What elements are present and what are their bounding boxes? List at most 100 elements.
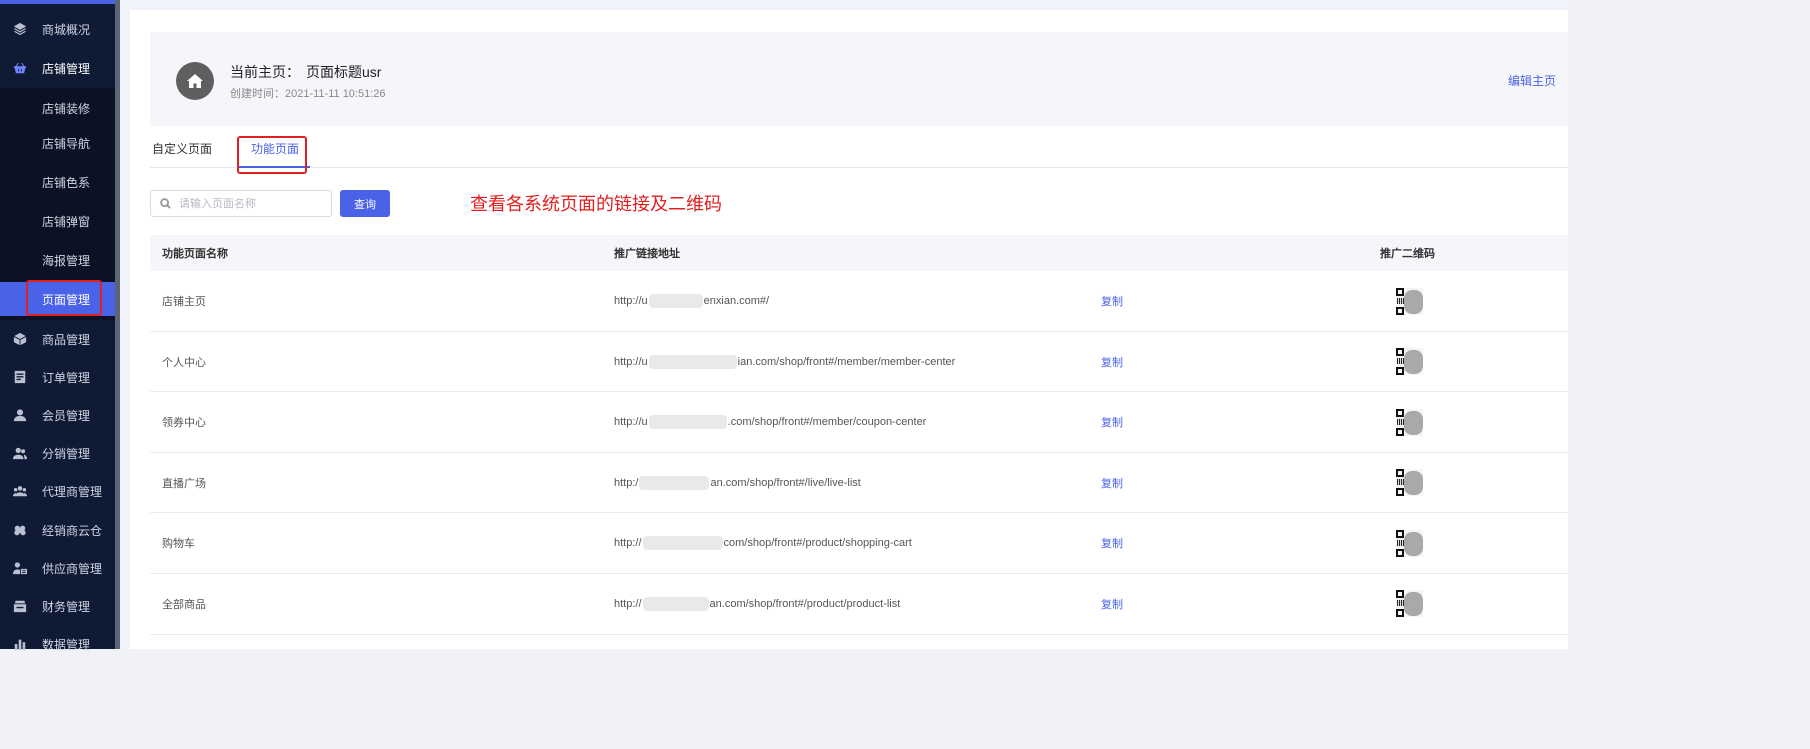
highlight-box-page-management (26, 280, 102, 316)
users-icon (13, 446, 27, 460)
qr-code[interactable] (1396, 271, 1423, 331)
page-name: 领券中心 (162, 417, 206, 430)
qr-code[interactable] (1396, 513, 1423, 573)
promo-link: http://u ian.com/shop/front#/member/membe… (614, 332, 955, 392)
sidebar-subitem-color-scheme[interactable]: 店铺色系 (0, 165, 115, 199)
sidebar-item-members[interactable]: 会员管理 (0, 398, 115, 432)
link-prefix: http://u (614, 295, 648, 307)
highlight-box-function-tab (237, 136, 307, 174)
sidebar-item-label: 代理商管理 (42, 484, 103, 499)
link-suffix: .com/shop/front#/member/coupon-center (727, 416, 927, 429)
promo-link: http:// com/shop/front#/product/shopping-… (614, 513, 912, 573)
sidebar-subitem-label: 店铺弹窗 (42, 214, 91, 229)
table-row: 个人中心 http://u ian.com/shop/front#/member/… (150, 332, 1568, 393)
page-tabs: 自定义页面 功能页面 (150, 128, 1568, 174)
copy-link-button[interactable]: 复制 (1101, 332, 1123, 392)
sidebar-subitem-label: 店铺装修 (42, 101, 91, 116)
qr-code[interactable] (1396, 453, 1423, 513)
qr-code-image (1396, 287, 1423, 315)
sidebar-subitem-poster[interactable]: 海报管理 (0, 243, 115, 277)
redacted-mask (648, 354, 737, 369)
copy-link-button[interactable]: 复制 (1101, 392, 1123, 452)
search-input[interactable] (179, 197, 329, 210)
sidebar-item-orders[interactable]: 订单管理 (0, 360, 115, 394)
qr-code[interactable] (1396, 332, 1423, 392)
link-suffix: an.com/shop/front#/product/product-list (709, 597, 901, 610)
page-title: 页面标题usr (306, 64, 382, 80)
sidebar-item-products[interactable]: 商品管理 (0, 322, 115, 356)
bar-chart-icon (13, 637, 27, 651)
sidebar-top-accent (0, 0, 115, 4)
page-name: 个人中心 (162, 356, 206, 369)
table-row: 购物车 http:// com/shop/front#/product/shopp… (150, 513, 1568, 574)
copy-link-button[interactable]: 复制 (1101, 271, 1123, 331)
promo-link: http:// an.com/shop/front#/product/produc… (614, 574, 900, 634)
page-name: 店铺主页 (162, 296, 206, 308)
sidebar-item-store[interactable]: 店铺管理 (0, 51, 115, 85)
wallet-icon (13, 599, 27, 613)
redacted-mask (648, 294, 703, 308)
sidebar-subitem-decoration[interactable]: 店铺装修 (0, 91, 115, 125)
qr-code-image (1396, 348, 1423, 376)
sidebar-item-label: 供应商管理 (42, 561, 103, 576)
header-link: 推广链接地址 (614, 248, 680, 260)
copy-link-button[interactable]: 复制 (1101, 453, 1123, 513)
sidebar-item-label: 店铺管理 (42, 61, 91, 76)
query-button[interactable]: 查询 (340, 190, 390, 217)
copy-link-button[interactable]: 复制 (1101, 574, 1123, 634)
sidebar-item-suppliers[interactable]: 供应商管理 (0, 551, 115, 585)
sidebar: 商城概况 店铺管理 店铺装修 店铺导航 店铺色系 店铺弹窗 海报管理 页面管理 … (0, 0, 115, 652)
link-prefix: http://u (614, 355, 648, 368)
redacted-mask (648, 415, 727, 430)
link-prefix: http:/ (614, 476, 639, 489)
table-row: 店铺主页 http://u enxian.com#/ 复制 (150, 271, 1568, 332)
search-icon (160, 198, 171, 209)
page-name: 直播广场 (162, 477, 206, 490)
table-row: 领券中心 http://u .com/shop/front#/member/cou… (150, 392, 1568, 453)
qr-code[interactable] (1396, 574, 1423, 634)
user-icon (13, 408, 27, 422)
promo-link: http://u enxian.com#/ (614, 271, 769, 331)
sidebar-item-dealer-cloud[interactable]: 经销商云仓 (0, 513, 115, 547)
sidebar-subitem-label: 海报管理 (42, 253, 91, 268)
table-row: 全部商品 http:// an.com/shop/front#/product/p… (150, 574, 1568, 635)
redacted-mask (639, 475, 710, 490)
function-pages-table: 功能页面名称 推广链接地址 推广二维码 店铺主页 http://u enxian.… (150, 235, 1568, 635)
qr-code-image (1396, 590, 1423, 618)
qr-code[interactable] (1396, 392, 1423, 452)
layers-icon (13, 22, 27, 36)
table-header: 功能页面名称 推广链接地址 推广二维码 (150, 235, 1568, 271)
sidebar-item-label: 订单管理 (42, 370, 91, 385)
sidebar-item-finance[interactable]: 财务管理 (0, 589, 115, 623)
link-suffix: com/shop/front#/product/shopping-cart (723, 537, 912, 550)
created-label: 创建时间： (230, 88, 285, 100)
group-icon (13, 484, 27, 498)
sidebar-item-label: 分销管理 (42, 446, 91, 461)
box-icon (13, 332, 27, 346)
sidebar-item-data[interactable]: 数据管理 (0, 627, 115, 661)
sidebar-item-label: 商城概况 (42, 22, 91, 37)
link-suffix: enxian.com#/ (703, 295, 770, 307)
sidebar-subitem-navigation[interactable]: 店铺导航 (0, 126, 115, 160)
sidebar-item-overview[interactable]: 商城概况 (0, 12, 115, 46)
supplier-icon (13, 561, 27, 575)
qr-code-image (1396, 469, 1423, 497)
annotation-text: 查看各系统页面的链接及二维码 (470, 194, 722, 214)
redacted-mask (642, 536, 723, 551)
current-home-header: 当前主页： 页面标题usr 创建时间：2021-11-11 10:51:26 编辑… (150, 32, 1568, 126)
document-icon (13, 370, 27, 384)
sidebar-subitem-label: 店铺色系 (42, 175, 91, 190)
sidebar-item-distribution[interactable]: 分销管理 (0, 436, 115, 470)
current-home-label: 当前主页： (230, 64, 300, 80)
qr-code-image (1396, 408, 1423, 436)
basket-icon (13, 61, 27, 75)
copy-link-button[interactable]: 复制 (1101, 513, 1123, 573)
tab-custom-pages[interactable]: 自定义页面 (152, 128, 212, 168)
created-value: 2021-11-11 10:51:26 (285, 88, 386, 100)
link-prefix: http://u (614, 416, 648, 429)
edit-home-link[interactable]: 编辑主页 (1508, 72, 1556, 89)
sidebar-item-agents[interactable]: 代理商管理 (0, 474, 115, 508)
page-name: 购物车 (162, 538, 195, 551)
sidebar-subitem-popup[interactable]: 店铺弹窗 (0, 204, 115, 238)
promo-link: http://u .com/shop/front#/member/coupon-c… (614, 392, 926, 452)
